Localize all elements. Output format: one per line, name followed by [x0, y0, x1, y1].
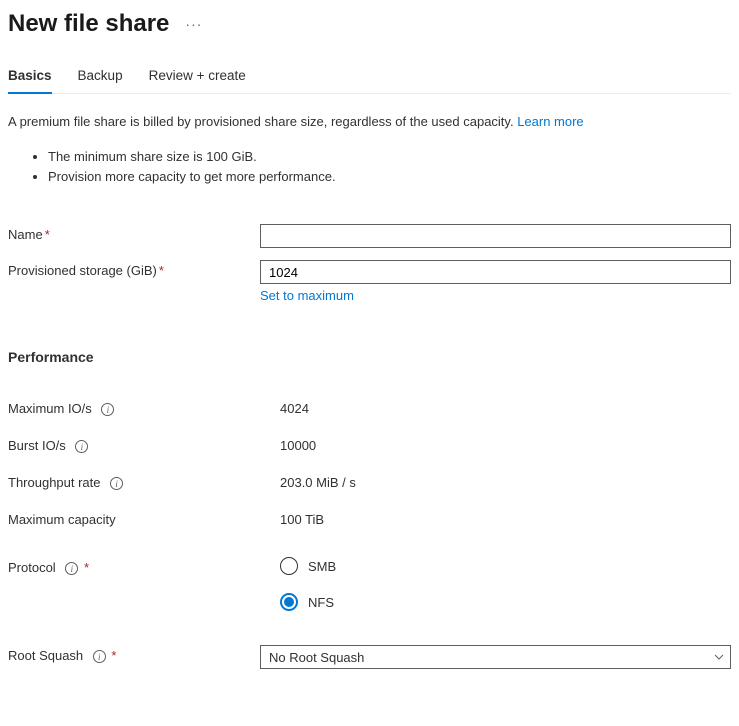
description-bullets: The minimum share size is 100 GiB. Provi…: [8, 147, 731, 186]
description: A premium file share is billed by provis…: [8, 114, 731, 129]
required-asterisk: *: [111, 648, 116, 663]
storage-label-text: Provisioned storage (GiB): [8, 263, 157, 278]
throughput-label-text: Throughput rate: [8, 475, 101, 490]
tab-review-create[interactable]: Review + create: [149, 64, 246, 93]
tab-backup[interactable]: Backup: [78, 64, 123, 93]
info-icon[interactable]: i: [110, 477, 123, 490]
protocol-smb-label: SMB: [308, 559, 336, 574]
name-label: Name*: [8, 224, 260, 242]
throughput-label: Throughput rate i: [8, 475, 280, 490]
name-label-text: Name: [8, 227, 43, 242]
more-icon[interactable]: ···: [185, 16, 202, 32]
info-icon[interactable]: i: [65, 562, 78, 575]
required-asterisk: *: [84, 560, 89, 575]
bullet-provision: Provision more capacity to get more perf…: [48, 167, 731, 187]
max-capacity-value: 100 TiB: [280, 512, 324, 527]
header: New file share ···: [8, 10, 731, 38]
max-capacity-label: Maximum capacity: [8, 512, 280, 527]
root-squash-label: Root Squash i *: [8, 645, 260, 663]
bullet-min-size: The minimum share size is 100 GiB.: [48, 147, 731, 167]
storage-label: Provisioned storage (GiB)*: [8, 260, 260, 278]
protocol-label-text: Protocol: [8, 560, 56, 575]
info-icon[interactable]: i: [101, 403, 114, 416]
burst-iops-value: 10000: [280, 438, 316, 453]
info-icon[interactable]: i: [93, 650, 106, 663]
description-text: A premium file share is billed by provis…: [8, 114, 517, 129]
protocol-nfs-label: NFS: [308, 595, 334, 610]
learn-more-link[interactable]: Learn more: [517, 114, 583, 129]
max-capacity-label-text: Maximum capacity: [8, 512, 116, 527]
protocol-radio-group: SMB NFS: [280, 557, 731, 611]
throughput-value: 203.0 MiB / s: [280, 475, 356, 490]
page-title: New file share: [8, 10, 169, 38]
radio-icon: [280, 593, 298, 611]
protocol-smb-radio[interactable]: SMB: [280, 557, 731, 575]
info-icon[interactable]: i: [75, 440, 88, 453]
radio-icon: [280, 557, 298, 575]
max-iops-value: 4024: [280, 401, 309, 416]
required-asterisk: *: [159, 263, 164, 278]
storage-input[interactable]: [260, 260, 731, 284]
protocol-nfs-radio[interactable]: NFS: [280, 593, 731, 611]
burst-iops-label-text: Burst IO/s: [8, 438, 66, 453]
root-squash-label-text: Root Squash: [8, 648, 83, 663]
protocol-label: Protocol i *: [8, 557, 280, 575]
tab-basics[interactable]: Basics: [8, 64, 52, 93]
set-to-maximum-link[interactable]: Set to maximum: [260, 288, 354, 303]
performance-title: Performance: [8, 349, 731, 365]
burst-iops-label: Burst IO/s i: [8, 438, 280, 453]
root-squash-value: No Root Squash: [269, 650, 364, 665]
tabs: Basics Backup Review + create: [8, 64, 731, 94]
root-squash-select[interactable]: No Root Squash: [260, 645, 731, 669]
max-iops-label-text: Maximum IO/s: [8, 401, 92, 416]
max-iops-label: Maximum IO/s i: [8, 401, 280, 416]
name-input[interactable]: [260, 224, 731, 248]
required-asterisk: *: [45, 227, 50, 242]
